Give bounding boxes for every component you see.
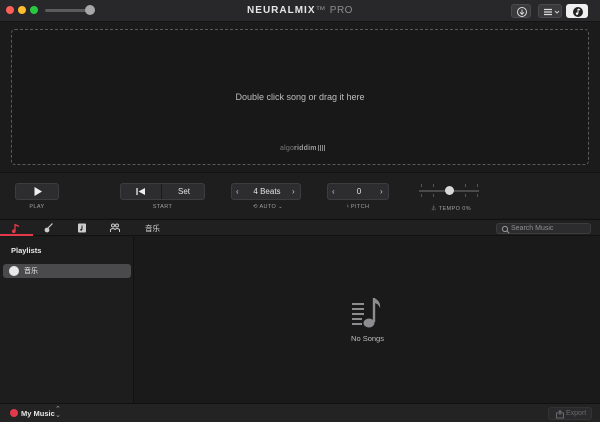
- transport-controls: PLAY Set START ‹ 4 Beats › ⟲ AUTO ⌄ ‹ 0 …: [0, 172, 600, 218]
- playlist-label: 音乐: [24, 268, 38, 275]
- list-view-button[interactable]: [538, 4, 562, 18]
- tab-albums[interactable]: [66, 220, 99, 236]
- section-title: 音乐: [145, 224, 160, 233]
- start-label: START: [152, 204, 173, 210]
- tab-songs[interactable]: [0, 220, 33, 236]
- library-tab-bar: 音乐 Search Music: [0, 219, 600, 236]
- song-list-area: No Songs: [135, 237, 600, 403]
- artists-icon: [110, 223, 120, 232]
- guitar-icon: [44, 223, 53, 233]
- pitch-value: 0: [356, 187, 362, 196]
- play-label: PLAY: [29, 204, 45, 210]
- play-button[interactable]: [15, 183, 59, 200]
- tab-instruments[interactable]: [33, 220, 66, 236]
- music-playlist-icon: [9, 266, 19, 276]
- algoriddim-logo: algoriddim: [280, 145, 326, 152]
- up-down-chevron-icon[interactable]: ⌃ ⌄: [55, 406, 61, 419]
- album-icon: [78, 223, 86, 233]
- my-music-icon: [10, 409, 18, 417]
- pitch-control: ‹ 0 ›: [327, 183, 389, 200]
- set-start-button[interactable]: Set: [162, 187, 206, 196]
- playlists-sidebar: Playlists 音乐: [0, 237, 134, 403]
- library-selector[interactable]: My Music: [21, 409, 55, 418]
- search-placeholder: Search Music: [511, 225, 554, 232]
- app-title: NEURALMIX™ PRO: [247, 5, 353, 16]
- pitch-decrease-button[interactable]: ‹: [332, 187, 335, 196]
- tab-artists[interactable]: [99, 220, 132, 236]
- pitch-increase-button[interactable]: ›: [380, 187, 383, 196]
- download-button[interactable]: [511, 4, 531, 18]
- tempo-label: ⏃ TEMPO 0%: [431, 206, 471, 212]
- beats-control: ‹ 4 Beats ›: [231, 183, 301, 200]
- download-icon: [517, 7, 527, 17]
- skip-to-start-icon[interactable]: [121, 184, 161, 199]
- chevron-down-icon: ⌄: [276, 204, 284, 210]
- beats-decrease-button[interactable]: ‹: [236, 187, 239, 196]
- music-mode-icon: [573, 7, 583, 17]
- play-icon: [34, 187, 42, 196]
- pitch-label: ♮ PITCH: [346, 204, 370, 210]
- song-drop-zone[interactable]: Double click song or drag it here algori…: [11, 29, 589, 165]
- music-mode-button[interactable]: [566, 4, 588, 18]
- music-note-icon: [12, 224, 19, 233]
- search-input[interactable]: Search Music: [496, 223, 591, 234]
- beats-increase-button[interactable]: ›: [292, 187, 295, 196]
- music-list-icon: [352, 298, 381, 328]
- auto-sync-toggle[interactable]: ⟲ AUTO ⌄: [248, 204, 288, 210]
- metronome-icon: ⏃: [431, 206, 439, 212]
- empty-state-text: No Songs: [351, 334, 384, 343]
- tempo-slider-knob[interactable]: [445, 186, 454, 195]
- beats-value: 4 Beats: [253, 187, 281, 196]
- search-icon: [501, 225, 510, 234]
- drop-zone-hint: Double click song or drag it here: [235, 92, 365, 102]
- export-button[interactable]: Export: [548, 407, 592, 420]
- footer-bar: My Music ⌃ ⌄ Export: [0, 403, 600, 422]
- list-view-icon: [544, 8, 560, 16]
- start-control: Set: [120, 183, 205, 200]
- sidebar-item-playlist[interactable]: 音乐: [3, 264, 131, 278]
- playlists-heading: Playlists: [11, 246, 42, 255]
- export-icon: [556, 410, 564, 419]
- titlebar: NEURALMIX™ PRO: [0, 0, 600, 22]
